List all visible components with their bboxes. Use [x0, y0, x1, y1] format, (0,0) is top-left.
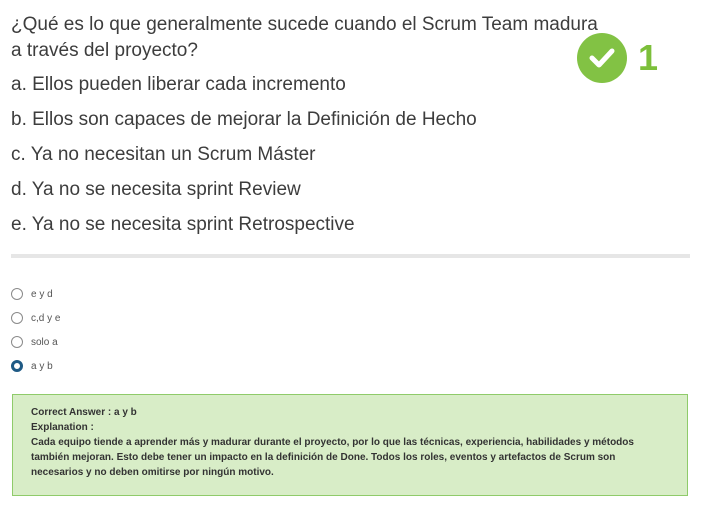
checkmark-icon	[589, 48, 615, 68]
explanation-text: Cada equipo tiende a aprender más y madu…	[31, 437, 634, 478]
choice-item[interactable]: a y b	[11, 354, 60, 378]
choice-label: a y b	[31, 360, 53, 372]
answer-feedback-box: Correct Answer : a y b Explanation : Cad…	[12, 394, 688, 496]
answer-option-a: a. Ellos pueden liberar cada incremento	[11, 74, 346, 95]
explanation-label: Explanation :	[31, 422, 94, 433]
answer-option-c: c. Ya no necesitan un Scrum Máster	[11, 144, 316, 165]
question-text: ¿Qué es lo que generalmente sucede cuand…	[11, 14, 598, 61]
choice-item[interactable]: solo a	[11, 330, 60, 354]
choice-label: c,d y e	[31, 312, 61, 324]
radio-button[interactable]	[11, 360, 23, 372]
section-divider	[11, 254, 690, 258]
choice-list: e y d c,d y e solo a a y b	[11, 282, 60, 378]
answer-option-b: b. Ellos son capaces de mejorar la Defin…	[11, 109, 477, 130]
radio-button[interactable]	[11, 312, 23, 324]
score-count: 1	[638, 37, 659, 78]
radio-button[interactable]	[11, 336, 23, 348]
check-circle-icon	[577, 33, 627, 83]
choice-label: e y d	[31, 288, 53, 300]
choice-item[interactable]: c,d y e	[11, 306, 60, 330]
score-badge: 1	[577, 33, 658, 83]
answer-option-e: e. Ya no se necesita sprint Retrospectiv…	[11, 214, 355, 235]
correct-answer-text: Correct Answer : a y b	[31, 407, 137, 418]
answer-option-d: d. Ya no se necesita sprint Review	[11, 179, 301, 200]
radio-button[interactable]	[11, 288, 23, 300]
choice-label: solo a	[31, 336, 58, 348]
question-block: ¿Qué es lo que generalmente sucede cuand…	[11, 12, 611, 247]
choice-item[interactable]: e y d	[11, 282, 60, 306]
